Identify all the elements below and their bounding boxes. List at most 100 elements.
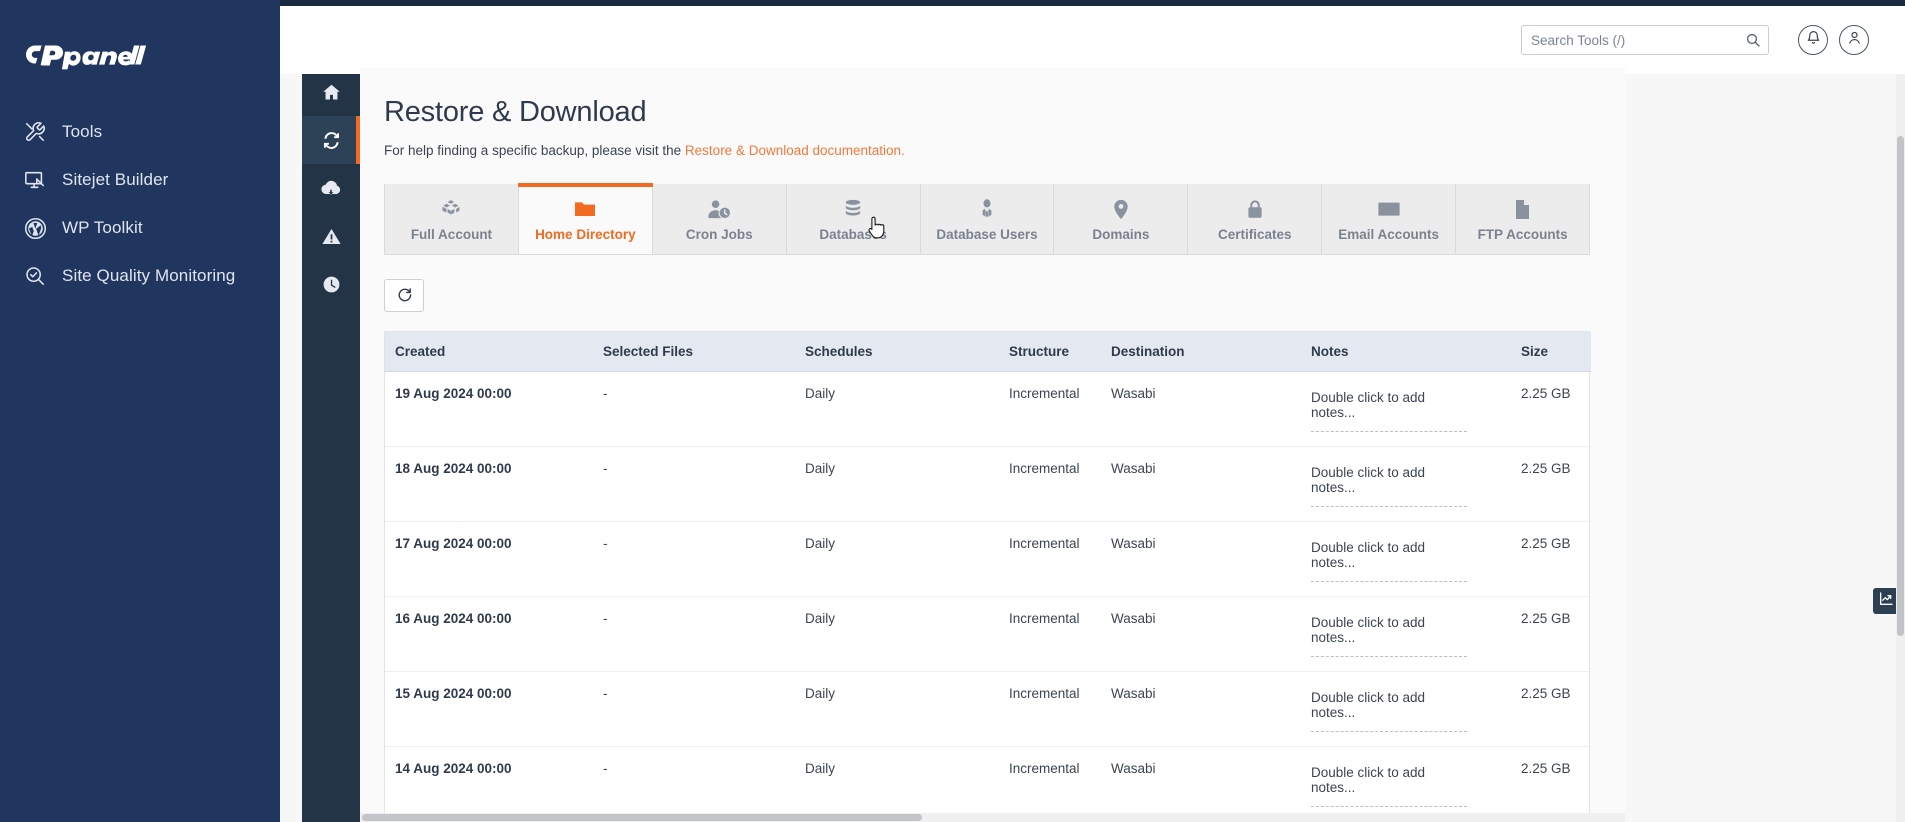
user-tie-icon bbox=[925, 198, 1050, 220]
help-text-prefix: For help finding a specific backup, plea… bbox=[384, 143, 685, 158]
cell-destination: Wasabi bbox=[1101, 371, 1301, 447]
horizontal-scrollbar[interactable] bbox=[360, 813, 1625, 822]
sidebar-item-wp-toolkit[interactable]: WP Toolkit bbox=[0, 204, 280, 252]
table-row[interactable]: 17 Aug 2024 00:00- Daily Incremental Wasabi… bbox=[385, 521, 1591, 597]
cell-selected-files: - bbox=[593, 446, 795, 522]
search-input[interactable] bbox=[1521, 25, 1769, 55]
notes-editable-field[interactable]: Double click to add notes... bbox=[1311, 690, 1467, 732]
tab-databases[interactable]: Databases bbox=[786, 184, 921, 254]
tab-ftp-accounts[interactable]: FTP Accounts bbox=[1456, 184, 1591, 254]
clock-history-icon bbox=[321, 274, 342, 295]
cell-selected-files: - bbox=[593, 521, 795, 597]
bell-icon bbox=[1806, 30, 1821, 50]
cell-structure: Incremental bbox=[999, 521, 1101, 597]
header-bar bbox=[280, 6, 1905, 74]
table-row[interactable]: 14 Aug 2024 00:00- Daily Incremental Wasabi… bbox=[385, 746, 1591, 822]
sidebar-item-label: Tools bbox=[62, 122, 103, 141]
cpanel-logo[interactable] bbox=[22, 34, 172, 72]
horizontal-scrollbar-thumb[interactable] bbox=[362, 814, 922, 821]
column-header-size[interactable]: Size bbox=[1511, 332, 1591, 372]
cloud-download-icon bbox=[320, 177, 342, 199]
cell-size: 2.25 GB bbox=[1511, 521, 1591, 597]
cell-notes[interactable]: Double click to add notes... bbox=[1301, 746, 1511, 822]
notes-editable-field[interactable]: Double click to add notes... bbox=[1311, 615, 1467, 657]
table-body: 19 Aug 2024 00:00- Daily Incremental Wasabi… bbox=[385, 371, 1591, 822]
analytics-chart-icon bbox=[1878, 591, 1894, 612]
column-header-created[interactable]: Created bbox=[385, 332, 593, 372]
envelope-icon bbox=[1326, 198, 1451, 220]
cell-created: 16 Aug 2024 00:00 bbox=[385, 596, 593, 672]
account-button[interactable] bbox=[1839, 25, 1869, 55]
cell-destination: Wasabi bbox=[1101, 596, 1301, 672]
tab-label: Full Account bbox=[410, 227, 493, 242]
cell-structure: Incremental bbox=[999, 746, 1101, 822]
notes-editable-field[interactable]: Double click to add notes... bbox=[1311, 465, 1467, 507]
column-header-structure[interactable]: Structure bbox=[999, 332, 1101, 372]
cell-notes[interactable]: Double click to add notes... bbox=[1301, 446, 1511, 522]
table-row[interactable]: 19 Aug 2024 00:00- Daily Incremental Wasabi… bbox=[385, 371, 1591, 447]
column-header-destination[interactable]: Destination bbox=[1101, 332, 1301, 372]
notes-editable-field[interactable]: Double click to add notes... bbox=[1311, 390, 1467, 432]
column-header-notes[interactable]: Notes bbox=[1301, 332, 1511, 372]
icon-rail bbox=[302, 68, 360, 822]
file-icon bbox=[1460, 198, 1585, 220]
notes-editable-field[interactable]: Double click to add notes... bbox=[1311, 540, 1467, 582]
help-text: For help finding a specific backup, plea… bbox=[384, 143, 1589, 158]
cell-notes[interactable]: Double click to add notes... bbox=[1301, 371, 1511, 447]
tab-certificates[interactable]: Certificates bbox=[1188, 184, 1323, 254]
tab-label: Cron Jobs bbox=[685, 227, 753, 242]
tab-cron-jobs[interactable]: Cron Jobs bbox=[652, 184, 787, 254]
documentation-link[interactable]: Restore & Download documentation. bbox=[685, 143, 905, 158]
cell-size: 2.25 GB bbox=[1511, 371, 1591, 447]
sitejet-builder-icon bbox=[22, 167, 48, 193]
cell-schedules: Daily bbox=[795, 671, 999, 747]
tab-home-directory[interactable]: Home Directory bbox=[517, 183, 653, 254]
cell-destination: Wasabi bbox=[1101, 521, 1301, 597]
column-header-schedules[interactable]: Schedules bbox=[795, 332, 999, 372]
cell-size: 2.25 GB bbox=[1511, 446, 1591, 522]
sidebar-item-sitejet-builder[interactable]: Sitejet Builder bbox=[0, 156, 280, 204]
column-header-selected-files[interactable]: Selected Files bbox=[593, 332, 795, 372]
rail-item-alerts[interactable] bbox=[302, 212, 360, 260]
cell-schedules: Daily bbox=[795, 746, 999, 822]
notes-editable-field[interactable]: Double click to add notes... bbox=[1311, 765, 1467, 807]
vertical-scrollbar[interactable] bbox=[1896, 74, 1905, 822]
cell-size: 2.25 GB bbox=[1511, 596, 1591, 672]
notifications-button[interactable] bbox=[1798, 25, 1828, 55]
rail-item-history[interactable] bbox=[302, 260, 360, 308]
table-row[interactable]: 15 Aug 2024 00:00- Daily Incremental Wasabi… bbox=[385, 671, 1591, 747]
tab-label: Home Directory bbox=[535, 227, 636, 242]
page-title: Restore & Download bbox=[384, 96, 647, 128]
rail-item-restore[interactable] bbox=[302, 116, 360, 164]
sidebar-item-tools[interactable]: Tools bbox=[0, 108, 280, 156]
table-row[interactable]: 18 Aug 2024 00:00- Daily Incremental Wasabi… bbox=[385, 446, 1591, 522]
cell-notes[interactable]: Double click to add notes... bbox=[1301, 521, 1511, 597]
cell-created: 19 Aug 2024 00:00 bbox=[385, 371, 593, 447]
tab-database-users[interactable]: Database Users bbox=[920, 184, 1055, 254]
cell-created: 17 Aug 2024 00:00 bbox=[385, 521, 593, 597]
tab-domains[interactable]: Domains bbox=[1054, 184, 1189, 254]
table-header-row: Created Selected Files Schedules Structu… bbox=[385, 332, 1591, 372]
search-icon[interactable] bbox=[1744, 31, 1762, 49]
folder-icon bbox=[523, 198, 648, 220]
sidebar-item-site-quality-monitoring[interactable]: Site Quality Monitoring bbox=[0, 252, 280, 300]
cell-destination: Wasabi bbox=[1101, 746, 1301, 822]
rail-item-home[interactable] bbox=[302, 68, 360, 116]
cell-notes[interactable]: Double click to add notes... bbox=[1301, 671, 1511, 747]
search-box bbox=[1521, 25, 1769, 55]
refresh-button[interactable] bbox=[384, 279, 424, 312]
table-row[interactable]: 16 Aug 2024 00:00- Daily Incremental Wasabi… bbox=[385, 596, 1591, 672]
sidebar-item-label: Site Quality Monitoring bbox=[62, 266, 236, 285]
home-icon bbox=[321, 82, 342, 103]
cell-notes[interactable]: Double click to add notes... bbox=[1301, 596, 1511, 672]
cell-selected-files: - bbox=[593, 671, 795, 747]
backups-table: Created Selected Files Schedules Structu… bbox=[385, 332, 1591, 822]
tab-full-account[interactable]: Full Account bbox=[384, 184, 519, 254]
rail-item-download[interactable] bbox=[302, 164, 360, 212]
tab-email-accounts[interactable]: Email Accounts bbox=[1322, 184, 1457, 254]
map-pin-icon bbox=[1058, 198, 1183, 220]
cell-structure: Incremental bbox=[999, 446, 1101, 522]
vertical-scrollbar-thumb[interactable] bbox=[1897, 136, 1904, 636]
cell-structure: Incremental bbox=[999, 671, 1101, 747]
wordpress-icon bbox=[22, 215, 48, 241]
